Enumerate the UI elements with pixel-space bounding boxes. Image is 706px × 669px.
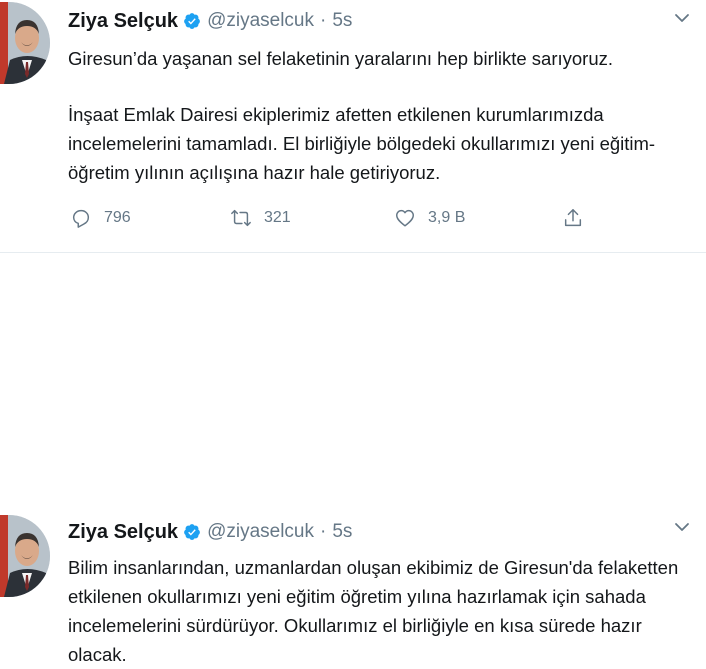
timestamp[interactable]: 5s (332, 10, 352, 32)
chevron-down-icon[interactable] (674, 521, 690, 533)
tweet[interactable]: Ziya Selçuk @ziyaselcuk · 5s Bilim insan… (0, 253, 706, 665)
like-count: 3,9 B (428, 209, 466, 226)
tweet-text-paragraph: Bilim insanlarından, uzmanlardan oluşan … (68, 557, 679, 665)
share-icon (564, 209, 582, 227)
tweet-text-paragraph: Giresun’da yaşanan sel felaketinin yaral… (68, 48, 614, 69)
avatar[interactable] (0, 515, 50, 597)
tweet-header: Ziya Selçuk @ziyaselcuk · 5s (68, 517, 352, 547)
chevron-down-icon[interactable] (674, 12, 690, 24)
author-name[interactable]: Ziya Selçuk (68, 521, 178, 544)
reply-button[interactable]: 796 (70, 203, 131, 233)
tweet-header: Ziya Selçuk @ziyaselcuk · 5s (68, 6, 352, 36)
author-name[interactable]: Ziya Selçuk (68, 10, 178, 33)
avatar[interactable] (0, 2, 50, 84)
like-button[interactable]: 3,9 B (394, 203, 465, 233)
retweet-count: 321 (264, 209, 291, 226)
separator-dot: · (320, 521, 327, 542)
author-handle[interactable]: @ziyaselcuk (207, 10, 314, 32)
separator-dot: · (320, 10, 327, 31)
reply-icon (72, 209, 90, 228)
reply-count: 796 (104, 209, 131, 226)
tweet[interactable]: Ziya Selçuk @ziyaselcuk · 5s Giresun’da … (0, 0, 706, 253)
verified-badge-icon (184, 524, 200, 540)
retweet-icon (231, 209, 251, 227)
timestamp[interactable]: 5s (332, 521, 352, 543)
share-button[interactable] (562, 203, 584, 233)
author-handle[interactable]: @ziyaselcuk (207, 521, 314, 543)
heart-icon (396, 209, 414, 227)
tweet-text-paragraph: İnşaat Emlak Dairesi ekiplerimiz afetten… (68, 104, 656, 183)
retweet-button[interactable]: 321 (230, 203, 291, 233)
verified-badge-icon (184, 13, 200, 29)
tweet-actions: 796 321 3,9 B (68, 203, 598, 233)
